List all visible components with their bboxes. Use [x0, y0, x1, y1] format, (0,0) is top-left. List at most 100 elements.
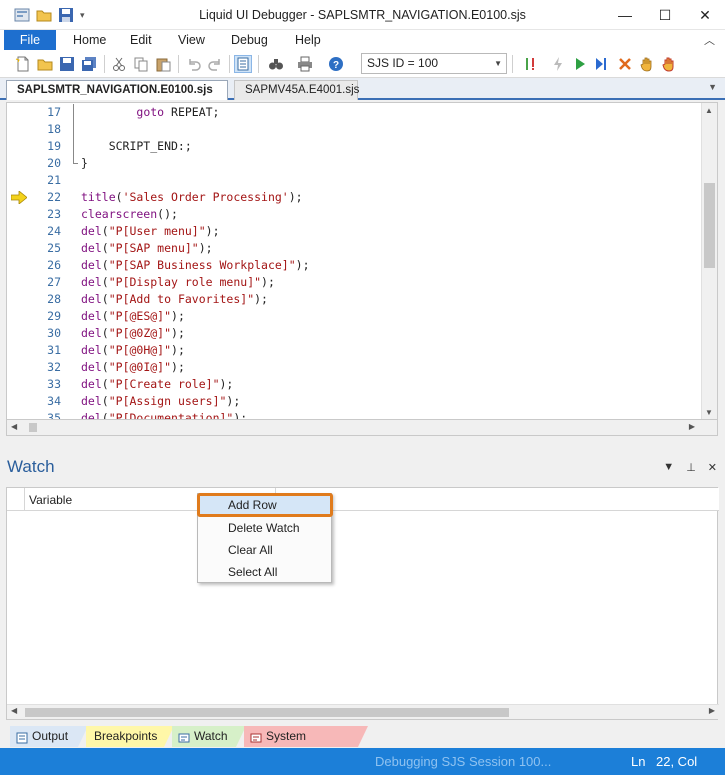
scroll-right-icon[interactable]: ▶: [689, 422, 695, 431]
horizontal-scrollbar[interactable]: ◀ ▶: [6, 420, 718, 436]
code-line[interactable]: 24 del("P[User menu]");: [7, 223, 703, 240]
scroll-down-icon[interactable]: ▼: [705, 408, 713, 417]
code-text: title('Sales Order Processing');: [81, 190, 303, 204]
code-editor[interactable]: 17 goto REPEAT; 18 19 SCRIPT_END:; 20} 21 22 t…: [6, 102, 718, 420]
redo-icon[interactable]: [206, 55, 224, 73]
line-number: 34: [47, 394, 61, 408]
code-line[interactable]: 21: [7, 172, 703, 189]
vertical-scrollbar[interactable]: ▲ ▼: [701, 103, 717, 419]
scroll-thumb[interactable]: [25, 708, 509, 717]
sjs-id-select[interactable]: SJS ID = 100 ▼: [361, 53, 507, 74]
code-line[interactable]: 35 del("P[Documentation]");: [7, 410, 703, 419]
close-icon[interactable]: ✕: [685, 0, 725, 30]
copy-icon[interactable]: [132, 55, 150, 73]
code-line[interactable]: 33 del("P[Create role]");: [7, 376, 703, 393]
step-icon[interactable]: [549, 55, 567, 73]
line-number: 23: [47, 207, 61, 221]
pin-icon[interactable]: ⊥: [686, 461, 696, 474]
toolbar-separator: [229, 55, 230, 73]
chevron-down-icon: ▼: [494, 59, 502, 68]
maximize-icon[interactable]: ☐: [645, 0, 685, 30]
run-icon[interactable]: [571, 55, 589, 73]
code-text: del("P[@ES@]");: [81, 309, 185, 323]
code-line[interactable]: 29 del("P[@ES@]");: [7, 308, 703, 325]
code-line[interactable]: 25 del("P[SAP menu]");: [7, 240, 703, 257]
panel-dropdown-icon[interactable]: ▼: [663, 461, 674, 474]
hand-all-icon[interactable]: [660, 55, 678, 73]
step-into-icon[interactable]: [592, 55, 610, 73]
menu-item-add-row[interactable]: Add Row: [197, 493, 333, 517]
menu-home[interactable]: Home: [73, 33, 106, 47]
stop-icon[interactable]: [616, 55, 634, 73]
scroll-left-icon[interactable]: ◀: [11, 422, 17, 431]
paste-icon[interactable]: [154, 55, 172, 73]
menu-bar: File Home Edit View Debug Help ︿: [0, 30, 725, 50]
code-line[interactable]: 19 SCRIPT_END:;: [7, 138, 703, 155]
tab-saplsmtr-navigation[interactable]: SAPLSMTR_NAVIGATION.E0100.sjs: [6, 80, 228, 100]
tab-list-icon[interactable]: ▼: [708, 82, 717, 92]
menu-item-clear-all[interactable]: Clear All: [198, 539, 331, 561]
scroll-thumb[interactable]: [704, 183, 715, 268]
menu-debug[interactable]: Debug: [231, 33, 268, 47]
help-icon[interactable]: ?: [327, 55, 345, 73]
hand-icon[interactable]: [638, 55, 656, 73]
code-line[interactable]: 20}: [7, 155, 703, 172]
line-number: 31: [47, 343, 61, 357]
code-line[interactable]: 26 del("P[SAP Business Workplace]");: [7, 257, 703, 274]
save-all-icon[interactable]: [80, 55, 98, 73]
open-folder-icon[interactable]: [36, 55, 54, 73]
tab-system-variables[interactable]: System Variables: [244, 726, 368, 747]
line-number: 24: [47, 224, 61, 238]
code-line[interactable]: 18: [7, 121, 703, 138]
tab-sapmv45a[interactable]: SAPMV45A.E4001.sjs: [234, 80, 359, 100]
new-file-icon[interactable]: [14, 55, 32, 73]
menu-item-delete-watch[interactable]: Delete Watch: [198, 517, 331, 539]
scroll-thumb[interactable]: [29, 423, 37, 432]
tab-output-label: Output: [32, 729, 69, 743]
code-text: del("P[@0H@]");: [81, 343, 185, 357]
tab-watch[interactable]: Watch: [172, 726, 246, 747]
code-line[interactable]: 31 del("P[@0H@]");: [7, 342, 703, 359]
close-panel-icon[interactable]: ✕: [708, 461, 717, 474]
scroll-left-icon[interactable]: ◀: [11, 706, 17, 715]
code-line[interactable]: 17 goto REPEAT;: [7, 104, 703, 121]
tab-output[interactable]: Output: [10, 726, 88, 747]
code-text: del("P[User menu]");: [81, 224, 220, 238]
menu-view[interactable]: View: [178, 33, 205, 47]
line-number: 20: [47, 156, 61, 170]
menu-edit[interactable]: Edit: [130, 33, 152, 47]
fold-guide: [73, 138, 74, 155]
watch-horizontal-scrollbar[interactable]: ◀ ▶: [7, 704, 719, 719]
line-number: 29: [47, 309, 61, 323]
code-line[interactable]: 28 del("P[Add to Favorites]");: [7, 291, 703, 308]
save-icon[interactable]: [58, 55, 76, 73]
menu-item-select-all[interactable]: Select All: [198, 561, 331, 583]
scroll-up-icon[interactable]: ▲: [705, 106, 713, 115]
sjs-id-value: SJS ID = 100: [367, 56, 439, 70]
cut-icon[interactable]: [110, 55, 128, 73]
code-line[interactable]: 23 clearscreen();: [7, 206, 703, 223]
document-view-icon[interactable]: [234, 55, 252, 73]
menu-help[interactable]: Help: [295, 33, 321, 47]
code-text: SCRIPT_END:;: [81, 139, 192, 153]
file-menu[interactable]: File: [4, 30, 56, 50]
toolbar-separator: [104, 55, 105, 73]
watch-panel-title: Watch: [7, 457, 55, 476]
code-line[interactable]: 30 del("P[@0Z@]");: [7, 325, 703, 342]
line-number: 18: [47, 122, 61, 136]
undo-icon[interactable]: [185, 55, 203, 73]
tab-breakpoints[interactable]: Breakpoints: [86, 726, 174, 747]
column-variable[interactable]: Variable: [29, 493, 72, 507]
breakpoint-icon[interactable]: [522, 55, 540, 73]
code-line[interactable]: 22 title('Sales Order Processing');: [7, 189, 703, 206]
code-line[interactable]: 27 del("P[Display role menu]");: [7, 274, 703, 291]
code-line[interactable]: 32 del("P[@0I@]");: [7, 359, 703, 376]
scroll-right-icon[interactable]: ▶: [709, 706, 715, 715]
code-line[interactable]: 34 del("P[Assign users]");: [7, 393, 703, 410]
find-icon[interactable]: [267, 55, 285, 73]
status-message: Debugging SJS Session 100...: [375, 754, 552, 769]
collapse-ribbon-icon[interactable]: ︿: [704, 32, 715, 48]
watch-grid[interactable]: Variable ◀ ▶: [6, 487, 719, 720]
print-icon[interactable]: [296, 55, 314, 73]
minimize-icon[interactable]: —: [605, 0, 645, 30]
